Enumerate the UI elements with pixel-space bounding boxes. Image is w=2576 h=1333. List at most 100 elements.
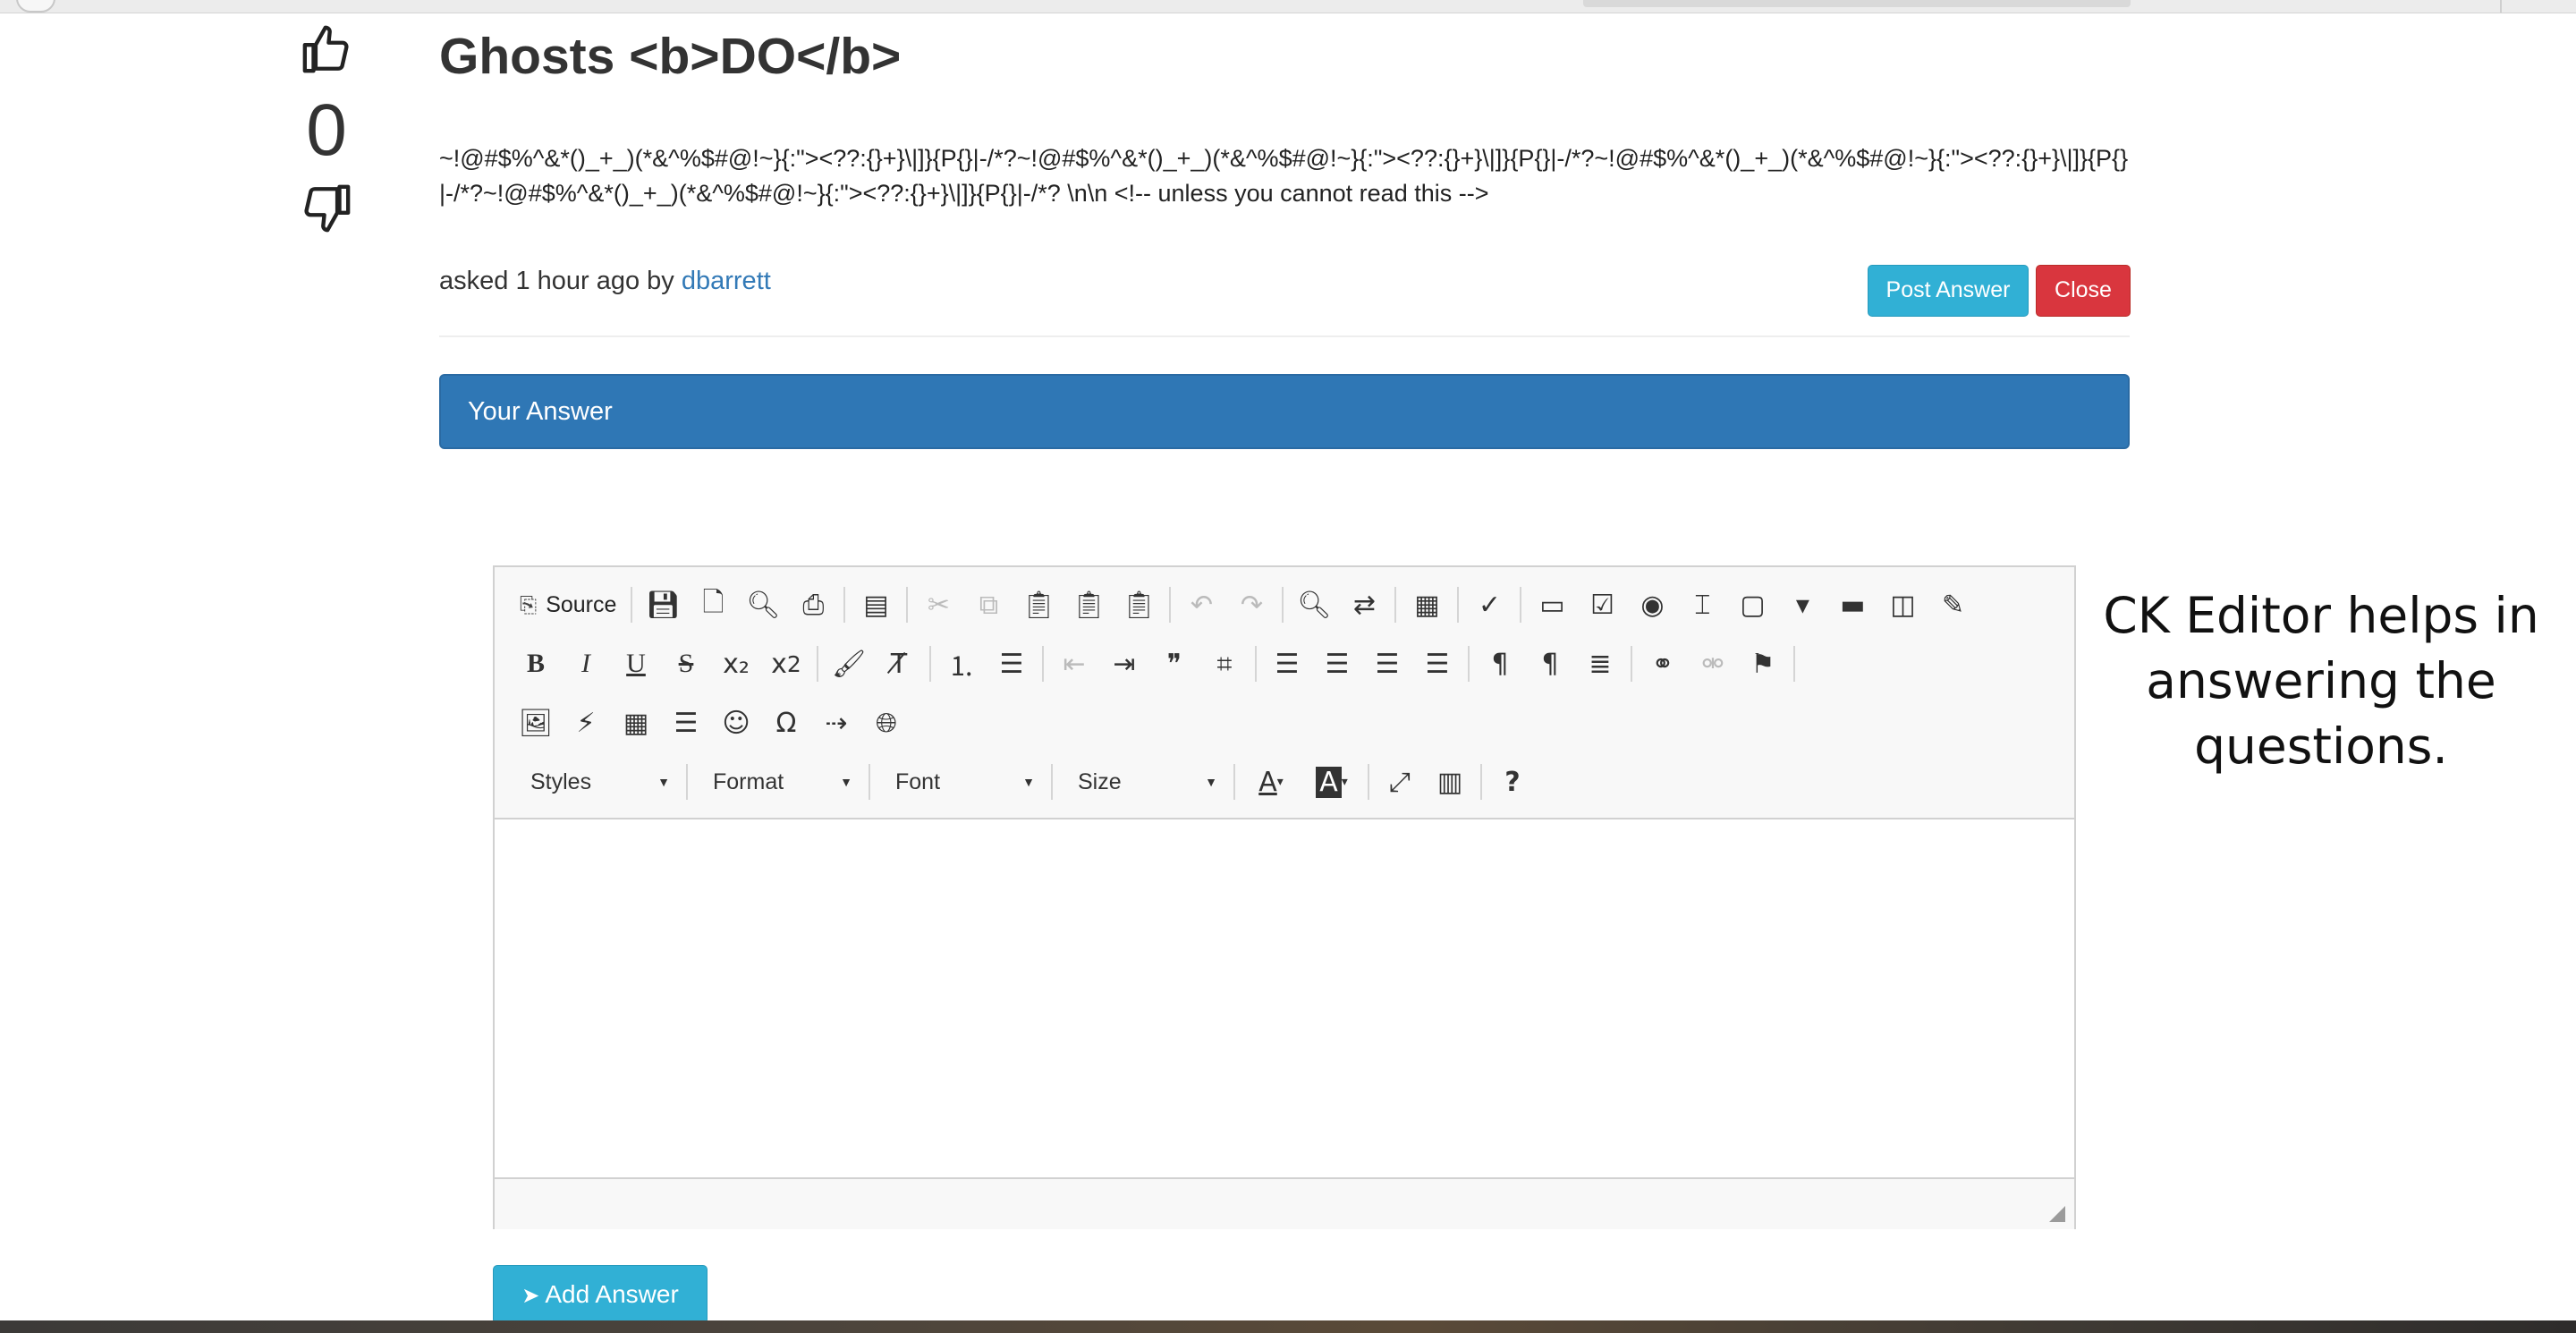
post-answer-button[interactable]: Post Answer — [1868, 265, 2029, 317]
resize-handle[interactable] — [2049, 1206, 2065, 1222]
format-combo[interactable]: Format ▼ — [693, 759, 863, 805]
hidden-field-icon[interactable]: ✎ — [1928, 580, 1978, 630]
blockquote-icon[interactable]: ❞ — [1149, 639, 1199, 689]
downvote-button[interactable] — [295, 183, 358, 234]
underline-icon[interactable]: U — [611, 639, 661, 689]
textfield-icon[interactable]: ⌶ — [1677, 580, 1727, 630]
horizontal-scrollbar[interactable] — [1583, 0, 2131, 7]
table-icon[interactable]: ▦ — [611, 698, 661, 748]
replace-icon[interactable]: ⇄ — [1339, 580, 1389, 630]
background-color-icon[interactable]: A ▾ — [1301, 757, 1362, 807]
unlink-icon[interactable]: ⚮ — [1688, 639, 1738, 689]
bulleted-list-icon[interactable]: ☰ — [987, 639, 1037, 689]
copy-icon[interactable]: ⧉ — [963, 580, 1013, 630]
subscript-icon[interactable]: x₂ — [711, 639, 761, 689]
show-blocks-icon[interactable]: ▥ — [1425, 757, 1475, 807]
toolbar-separator — [906, 587, 909, 623]
redo-icon[interactable]: ↷ — [1226, 580, 1276, 630]
textarea-icon[interactable]: ▢ — [1727, 580, 1777, 630]
chevron-down-icon: ▼ — [1205, 775, 1217, 789]
save-icon[interactable]: 💾︎ — [638, 580, 688, 630]
size-label: Size — [1078, 768, 1122, 794]
undo-icon[interactable]: ↶ — [1176, 580, 1226, 630]
spellcheck-icon[interactable]: ✓ — [1464, 580, 1514, 630]
question-body: ~!@#$%^&*()_+_)(*&^%$#@!~}{:"><??:{}+}\|… — [439, 145, 2129, 207]
flash-icon[interactable]: ⚡︎ — [561, 698, 611, 748]
templates-icon[interactable]: ▤ — [851, 580, 901, 630]
print-icon[interactable]: ⎙ — [788, 580, 838, 630]
page-break-icon[interactable]: ⇢ — [811, 698, 861, 748]
format-label: Format — [713, 768, 784, 794]
chevron-down-icon: ▼ — [657, 775, 670, 789]
link-icon[interactable]: ⚭ — [1638, 639, 1688, 689]
font-combo[interactable]: Font ▼ — [876, 759, 1046, 805]
add-answer-button[interactable]: ➤ Add Answer — [493, 1265, 708, 1324]
new-page-icon[interactable]: 🗋︎ — [688, 580, 738, 630]
toolbar-separator — [1255, 646, 1257, 682]
italic-icon[interactable]: I — [561, 639, 611, 689]
toolbar-separator — [1468, 646, 1470, 682]
asked-meta: asked 1 hour ago by dbarrett — [439, 265, 771, 297]
thumbs-down-icon — [304, 184, 351, 233]
language-icon[interactable]: ≣ — [1575, 639, 1625, 689]
maximize-icon[interactable]: ⤢ — [1375, 757, 1425, 807]
paste-icon[interactable]: 📋︎ — [1013, 580, 1063, 630]
special-char-icon[interactable]: Ω — [761, 698, 811, 748]
preview-icon[interactable]: 🔍︎ — [738, 580, 788, 630]
toolbar-separator — [1169, 587, 1172, 623]
toolbar-separator — [686, 764, 688, 800]
toolbar-separator — [843, 587, 846, 623]
numbered-list-icon[interactable]: ⒈ — [936, 639, 987, 689]
align-left-icon[interactable]: ☰ — [1262, 639, 1312, 689]
toolbar-separator — [1793, 646, 1795, 682]
toolbar-separator — [1042, 646, 1044, 682]
editor-content-area[interactable] — [495, 819, 2074, 1177]
select-field-icon[interactable]: ▾ — [1777, 580, 1827, 630]
styles-combo[interactable]: Styles ▼ — [511, 759, 681, 805]
smiley-icon[interactable]: ☺ — [711, 698, 761, 748]
help-icon[interactable]: ? — [1487, 757, 1538, 807]
copy-format-icon[interactable]: 🖌︎ — [824, 639, 874, 689]
anchor-icon[interactable]: ⚑ — [1738, 639, 1788, 689]
asked-text: asked 1 hour ago by — [439, 267, 682, 295]
strikethrough-icon[interactable]: S — [661, 639, 711, 689]
send-icon: ➤ — [521, 1283, 540, 1308]
select-all-icon[interactable]: ▦ — [1402, 580, 1452, 630]
radio-icon[interactable]: ◉ — [1627, 580, 1677, 630]
checkbox-icon[interactable]: ☑ — [1577, 580, 1627, 630]
vote-count: 0 — [306, 89, 347, 171]
source-button[interactable]: ⎘ Source — [511, 580, 625, 630]
upvote-button[interactable] — [295, 23, 358, 75]
div-container-icon[interactable]: ⌗ — [1199, 639, 1250, 689]
browser-top-bar — [0, 0, 2576, 13]
indent-icon[interactable]: ⇥ — [1099, 639, 1149, 689]
outdent-icon[interactable]: ⇤ — [1049, 639, 1099, 689]
toolbar-separator — [817, 646, 818, 682]
form-icon[interactable]: ▭ — [1527, 580, 1577, 630]
text-color-icon[interactable]: A ▾ — [1241, 757, 1301, 807]
image-icon[interactable]: 🖼︎ — [511, 698, 561, 748]
close-button[interactable]: Close — [2036, 265, 2131, 317]
find-icon[interactable]: 🔍︎ — [1289, 580, 1339, 630]
align-right-icon[interactable]: ☰ — [1362, 639, 1412, 689]
remove-format-icon[interactable]: T̸ — [874, 639, 924, 689]
toolbar-separator — [929, 646, 931, 682]
button-field-icon[interactable]: ▬ — [1827, 580, 1877, 630]
superscript-icon[interactable]: x2 — [761, 639, 811, 689]
rtl-icon[interactable]: ¶ — [1525, 639, 1575, 689]
size-combo[interactable]: Size ▼ — [1058, 759, 1228, 805]
toolbar-row-3: 🖼︎ ⚡︎ ▦ ☰ ☺ Ω ⇢ 🌐︎ — [511, 696, 911, 750]
toolbar-separator — [1480, 764, 1482, 800]
align-center-icon[interactable]: ☰ — [1312, 639, 1362, 689]
paste-text-icon[interactable]: 📋︎ — [1063, 580, 1114, 630]
paste-word-icon[interactable]: 📋︎ — [1114, 580, 1164, 630]
horizontal-line-icon[interactable]: ☰ — [661, 698, 711, 748]
ltr-icon[interactable]: ¶ — [1475, 639, 1525, 689]
iframe-icon[interactable]: 🌐︎ — [861, 698, 911, 748]
toolbar-separator — [1051, 764, 1053, 800]
cut-icon[interactable]: ✂ — [913, 580, 963, 630]
bold-icon[interactable]: B — [511, 639, 561, 689]
justify-icon[interactable]: ☰ — [1412, 639, 1462, 689]
image-button-icon[interactable]: ◫ — [1877, 580, 1928, 630]
author-link[interactable]: dbarrett — [682, 267, 771, 295]
